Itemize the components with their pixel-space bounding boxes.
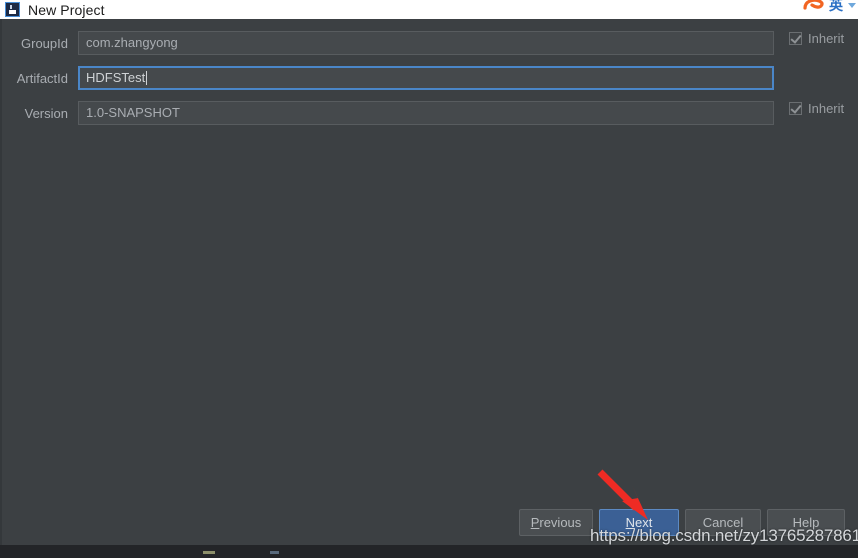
- previous-button[interactable]: Previous: [519, 509, 593, 536]
- field-row-groupid: GroupId com.zhangyong: [0, 31, 858, 55]
- window-titlebar: New Project: [0, 0, 858, 19]
- inherit-groupid-checkbox[interactable]: [789, 32, 802, 45]
- inherit-version-control[interactable]: Inherit: [789, 101, 844, 116]
- inherit-groupid-label: Inherit: [808, 31, 845, 46]
- idea-app-icon: [5, 1, 20, 17]
- version-input[interactable]: 1.0-SNAPSHOT: [78, 101, 774, 125]
- version-label: Version: [24, 105, 68, 121]
- inherit-version-checkbox[interactable]: [789, 102, 802, 115]
- watermark-text: https://blog.csdn.net/zy13765287861: [590, 526, 858, 545]
- strip-marker-1: [203, 551, 215, 554]
- artifactid-input-value: HDFSTest: [86, 70, 146, 85]
- chevron-down-icon[interactable]: [848, 2, 856, 8]
- window-title: New Project: [28, 1, 105, 18]
- artifactid-input[interactable]: HDFSTest: [78, 66, 774, 90]
- field-row-artifactid: ArtifactId HDFSTest: [0, 66, 858, 90]
- sogou-logo-icon[interactable]: [803, 0, 825, 13]
- groupid-input[interactable]: com.zhangyong: [78, 31, 774, 55]
- ime-mode-label[interactable]: 英: [829, 0, 843, 12]
- ime-floating-toolbar[interactable]: 英: [801, 0, 858, 16]
- artifactid-label: ArtifactId: [16, 70, 68, 86]
- maven-coordinates-form: GroupId com.zhangyong ArtifactId HDFSTes…: [0, 19, 858, 521]
- inherit-groupid-control[interactable]: Inherit: [789, 31, 844, 46]
- previous-button-label-rest: revious: [539, 515, 582, 530]
- inherit-version-label: Inherit: [808, 101, 845, 116]
- field-row-version: Version 1.0-SNAPSHOT: [0, 101, 858, 125]
- outer-window-strip: [0, 545, 858, 558]
- strip-marker-2: [270, 551, 279, 554]
- new-project-dialog: New Project 英 GroupId com.zhangyong Arti…: [0, 0, 858, 558]
- groupid-label: GroupId: [21, 35, 68, 51]
- text-cursor: [146, 71, 148, 85]
